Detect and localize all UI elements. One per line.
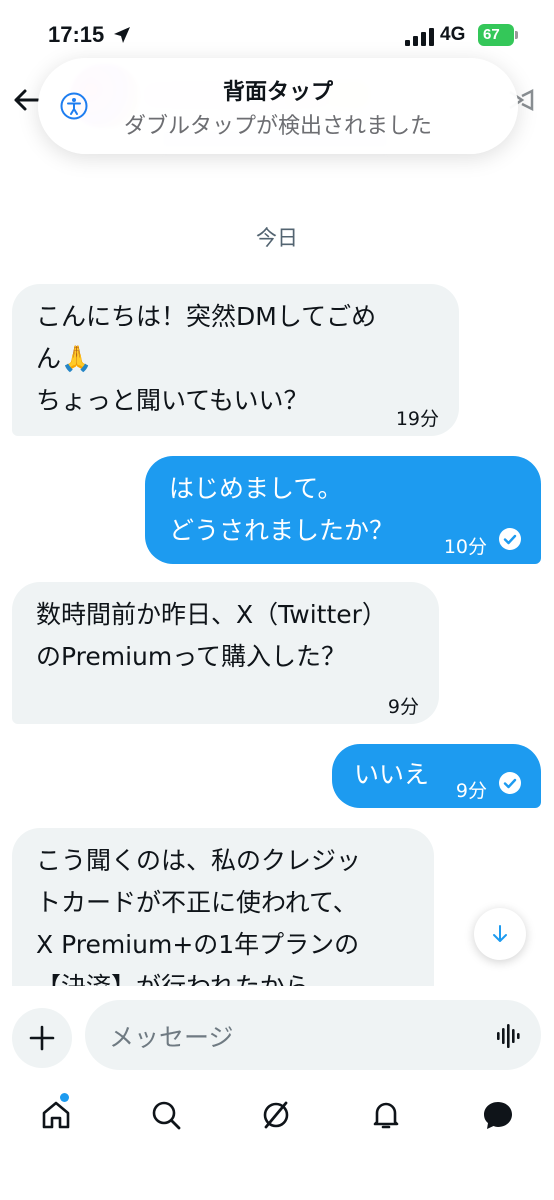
back-arrow-icon[interactable] (12, 86, 40, 114)
notifications-icon (373, 1102, 399, 1129)
message-text: X Premium+の1年プランの (36, 930, 360, 959)
message-outgoing[interactable]: いいえ 9分 (332, 744, 541, 808)
grok-icon (263, 1101, 289, 1129)
message-timestamp: 9分 (387, 696, 419, 718)
message-incoming[interactable]: こんにちは！突然DMしてごめ ん🙏 ちょっと聞いてもいい？ 19分 (12, 284, 459, 436)
arrow-down-icon (493, 925, 507, 942)
message-text: はじめまして。 (169, 474, 343, 503)
message-text: のPremiumって購入した？ (36, 642, 346, 671)
status-time: 17:15 (48, 22, 105, 47)
read-receipt-icon (499, 528, 521, 550)
voice-message-icon[interactable] (497, 1024, 523, 1048)
message-text: 【決済】が行われたから (36, 972, 310, 988)
banner-title: 背面タップ (222, 80, 333, 105)
battery-level: 67 (478, 24, 514, 46)
date-separator: 今日 (256, 226, 298, 250)
message-incoming[interactable]: 数時間前か昨日、X（Twitter） のPremiumって購入した？ 9分 (12, 582, 439, 724)
add-media-button[interactable] (12, 1008, 72, 1068)
messages-icon (484, 1102, 512, 1129)
message-text: ん🙏 (36, 344, 93, 373)
message-text: トカードが不正に使われて、 (36, 888, 358, 917)
tab-messages[interactable] (478, 1095, 518, 1135)
back-tap-banner[interactable]: 背面タップ ダブルタップが検出されました (38, 58, 518, 154)
location-arrow-icon (114, 27, 130, 43)
message-incoming[interactable]: こう聞くのは、私のクレジッ トカードが不正に使われて、 X Premium+の1… (12, 828, 434, 988)
message-text: こんにちは！突然DMしてごめ (36, 302, 377, 331)
plus-icon (29, 1025, 55, 1051)
tab-notifications[interactable] (366, 1095, 406, 1135)
message-text: こう聞くのは、私のクレジッ (36, 846, 362, 875)
scroll-to-bottom-button[interactable] (474, 908, 526, 960)
battery-icon (515, 31, 518, 39)
network-type: 4G (440, 24, 466, 45)
banner-subtitle: ダブルタップが検出されました (123, 114, 432, 139)
search-icon (152, 1101, 181, 1130)
home-icon (42, 1101, 70, 1129)
tab-home[interactable] (36, 1095, 76, 1135)
cellular-signal-icon (405, 28, 434, 46)
message-text: 数時間前か昨日、X（Twitter） (36, 600, 387, 629)
notification-badge (60, 1093, 69, 1102)
tab-search[interactable] (146, 1095, 186, 1135)
read-receipt-icon (499, 772, 521, 794)
message-timestamp: 19分 (395, 408, 439, 430)
tab-grok[interactable] (256, 1095, 296, 1135)
message-timestamp: 9分 (455, 780, 487, 802)
message-outgoing[interactable]: はじめまして。 どうされましたか？ 10分 (145, 456, 541, 564)
message-placeholder: メッセージ (109, 1023, 234, 1052)
message-timestamp: 10分 (443, 536, 487, 558)
message-input[interactable]: メッセージ (85, 1000, 541, 1070)
